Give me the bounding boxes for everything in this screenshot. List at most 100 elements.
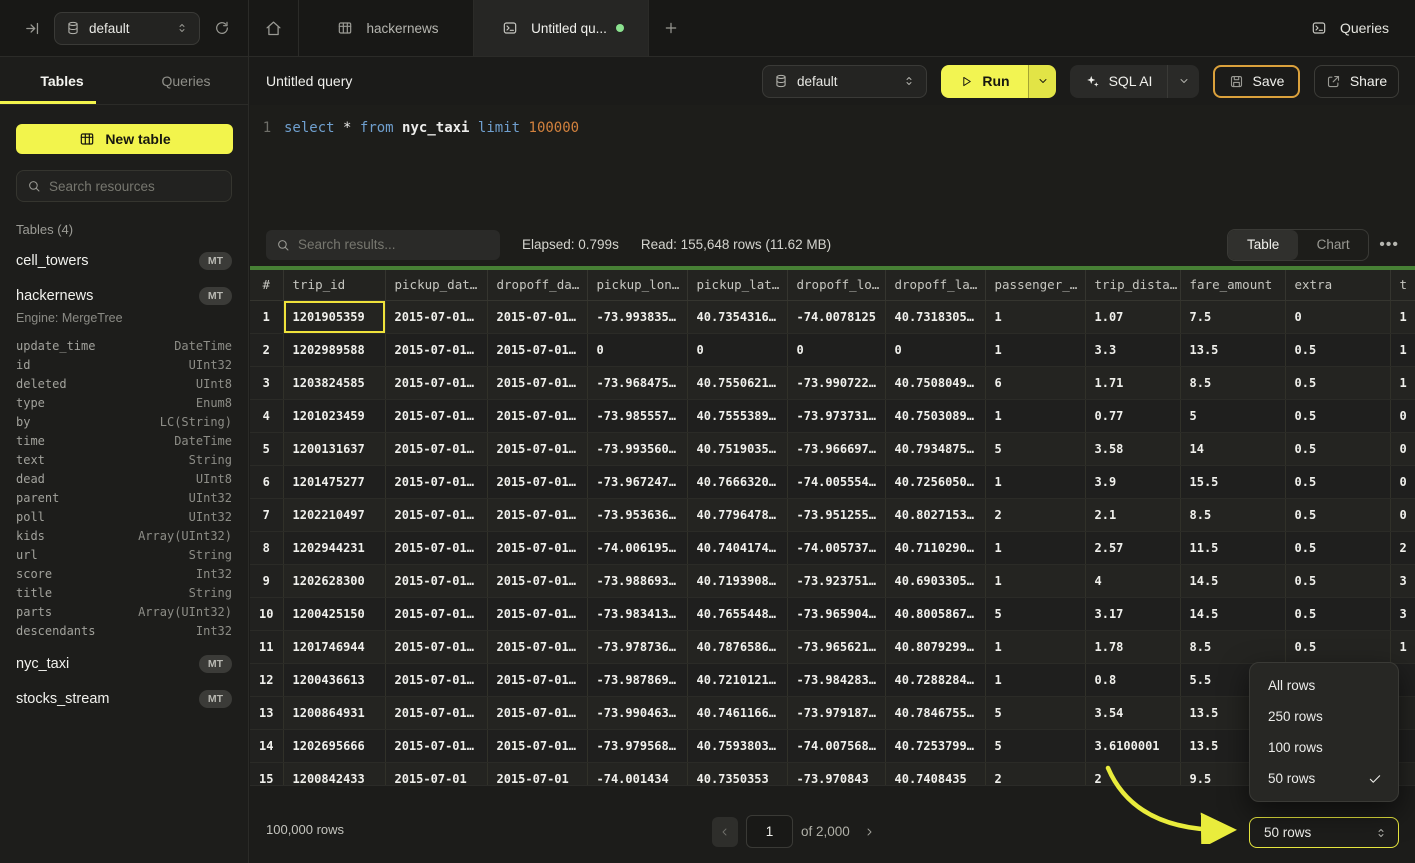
data-cell[interactable]: -74.005554…	[787, 465, 885, 498]
data-cell[interactable]: 0.5	[1285, 498, 1390, 531]
data-cell[interactable]: 3.54	[1085, 696, 1180, 729]
data-cell[interactable]: 0.5	[1285, 399, 1390, 432]
data-cell[interactable]: -73.993560…	[587, 432, 687, 465]
data-cell[interactable]: 2015-07-01…	[385, 300, 487, 333]
data-cell[interactable]: 1	[985, 663, 1085, 696]
data-cell[interactable]: 2015-07-01…	[487, 465, 587, 498]
data-cell[interactable]: 0.5	[1285, 366, 1390, 399]
data-cell[interactable]: 0.5	[1285, 432, 1390, 465]
data-cell[interactable]: 40.7256050…	[885, 465, 985, 498]
data-cell[interactable]: -73.966697…	[787, 432, 885, 465]
data-cell[interactable]: 2015-07-01…	[487, 531, 587, 564]
data-cell[interactable]: 40.7666320…	[687, 465, 787, 498]
data-cell[interactable]: 1.07	[1085, 300, 1180, 333]
data-cell[interactable]: 2015-07-01…	[487, 597, 587, 630]
data-cell[interactable]: -74.005737…	[787, 531, 885, 564]
data-cell[interactable]: -73.951255…	[787, 498, 885, 531]
data-cell[interactable]: 4	[1085, 564, 1180, 597]
data-cell[interactable]: 5	[985, 597, 1085, 630]
data-cell[interactable]: 40.7508049…	[885, 366, 985, 399]
data-cell[interactable]: -73.953636…	[587, 498, 687, 531]
data-cell[interactable]: 5	[985, 729, 1085, 762]
page-size-option-100-rows[interactable]: 100 rows	[1250, 732, 1398, 763]
data-cell[interactable]: 0.5	[1285, 564, 1390, 597]
column-header-dropoff_da[interactable]: dropoff_da…	[487, 270, 587, 300]
data-cell[interactable]: 40.7210121…	[687, 663, 787, 696]
data-cell[interactable]: 0	[687, 333, 787, 366]
data-cell[interactable]: 1202989588	[283, 333, 385, 366]
data-cell[interactable]: 40.8079299…	[885, 630, 985, 663]
data-cell[interactable]: 5	[1180, 399, 1285, 432]
data-cell[interactable]: 2015-07-01…	[385, 531, 487, 564]
sql-ai-button[interactable]: SQL AI	[1070, 65, 1167, 98]
refresh-icon[interactable]	[210, 16, 234, 40]
data-cell[interactable]: 2015-07-01…	[487, 333, 587, 366]
data-cell[interactable]: -73.988693…	[587, 564, 687, 597]
column-header-dropoff_lo[interactable]: dropoff_lo…	[787, 270, 885, 300]
share-button[interactable]: Share	[1314, 65, 1399, 98]
data-cell[interactable]: 2	[985, 762, 1085, 785]
data-cell[interactable]: 1201746944	[283, 630, 385, 663]
data-cell[interactable]: 13.5	[1180, 333, 1285, 366]
data-cell[interactable]: 3.9	[1085, 465, 1180, 498]
data-cell[interactable]: 40.7318305…	[885, 300, 985, 333]
data-cell[interactable]: -74.007568…	[787, 729, 885, 762]
data-cell[interactable]: 2015-07-01…	[385, 729, 487, 762]
data-cell[interactable]: 1	[985, 465, 1085, 498]
data-cell[interactable]: 40.7846755…	[885, 696, 985, 729]
data-cell[interactable]: 0.5	[1285, 333, 1390, 366]
collapse-sidebar-icon[interactable]	[20, 16, 44, 40]
data-cell[interactable]: 2.57	[1085, 531, 1180, 564]
data-cell[interactable]: 40.7503089…	[885, 399, 985, 432]
data-cell[interactable]: 1202628300	[283, 564, 385, 597]
new-table-button[interactable]: New table	[16, 124, 233, 154]
data-cell[interactable]: 1200436613	[283, 663, 385, 696]
resource-search-input[interactable]	[49, 179, 221, 194]
sidebar-table-cell_towers[interactable]: cell_towersMT	[16, 250, 232, 272]
page-size-option-all-rows[interactable]: All rows	[1250, 670, 1398, 701]
data-cell[interactable]: 15.5	[1180, 465, 1285, 498]
data-cell[interactable]: 1200425150	[283, 597, 385, 630]
data-cell[interactable]: 2015-07-01…	[487, 366, 587, 399]
data-cell[interactable]: 2015-07-01…	[385, 597, 487, 630]
results-search-input[interactable]	[298, 237, 490, 252]
data-cell[interactable]: -73.990722…	[787, 366, 885, 399]
data-cell[interactable]: 11.5	[1180, 531, 1285, 564]
data-cell[interactable]: 2015-07-01…	[385, 696, 487, 729]
data-cell[interactable]: 40.7253799…	[885, 729, 985, 762]
data-cell[interactable]: 2015-07-01…	[385, 498, 487, 531]
row-number[interactable]: 12	[250, 663, 283, 696]
data-cell[interactable]: -73.978736…	[587, 630, 687, 663]
data-cell[interactable]: 0.77	[1085, 399, 1180, 432]
page-number-input[interactable]	[746, 815, 793, 848]
data-cell[interactable]: 1	[985, 300, 1085, 333]
data-cell[interactable]: 40.7110290…	[885, 531, 985, 564]
tab-hackernews[interactable]: hackernews	[299, 0, 474, 56]
run-options-button[interactable]	[1028, 65, 1056, 98]
row-number[interactable]: 6	[250, 465, 283, 498]
column-header-passenger_[interactable]: passenger_…	[985, 270, 1085, 300]
toggle-table[interactable]: Table	[1228, 230, 1298, 260]
data-cell[interactable]: 14	[1180, 432, 1285, 465]
data-cell[interactable]: -73.965904…	[787, 597, 885, 630]
data-cell[interactable]: 1	[985, 564, 1085, 597]
column-header-extra[interactable]: extra	[1285, 270, 1390, 300]
data-cell[interactable]: 1202210497	[283, 498, 385, 531]
data-cell[interactable]: 40.7519035…	[687, 432, 787, 465]
data-cell[interactable]: 0.5	[1285, 465, 1390, 498]
data-cell[interactable]: 0.5	[1285, 630, 1390, 663]
data-cell[interactable]: -73.970843	[787, 762, 885, 785]
data-cell[interactable]: 40.7550621…	[687, 366, 787, 399]
data-cell[interactable]: 1.78	[1085, 630, 1180, 663]
data-cell[interactable]: 3.6100001	[1085, 729, 1180, 762]
data-cell[interactable]: 40.7408435	[885, 762, 985, 785]
data-cell[interactable]: 40.7934875…	[885, 432, 985, 465]
sidebar-table-hackernews[interactable]: hackernewsMT	[16, 285, 232, 307]
sidebar-tab-queries[interactable]: Queries	[124, 57, 248, 104]
data-cell[interactable]: 0	[885, 333, 985, 366]
next-page-button[interactable]	[858, 817, 880, 847]
data-cell[interactable]: 3	[1390, 597, 1415, 630]
data-cell[interactable]: -73.967247…	[587, 465, 687, 498]
sidebar-table-stocks_stream[interactable]: stocks_streamMT	[16, 688, 232, 710]
row-number[interactable]: 2	[250, 333, 283, 366]
